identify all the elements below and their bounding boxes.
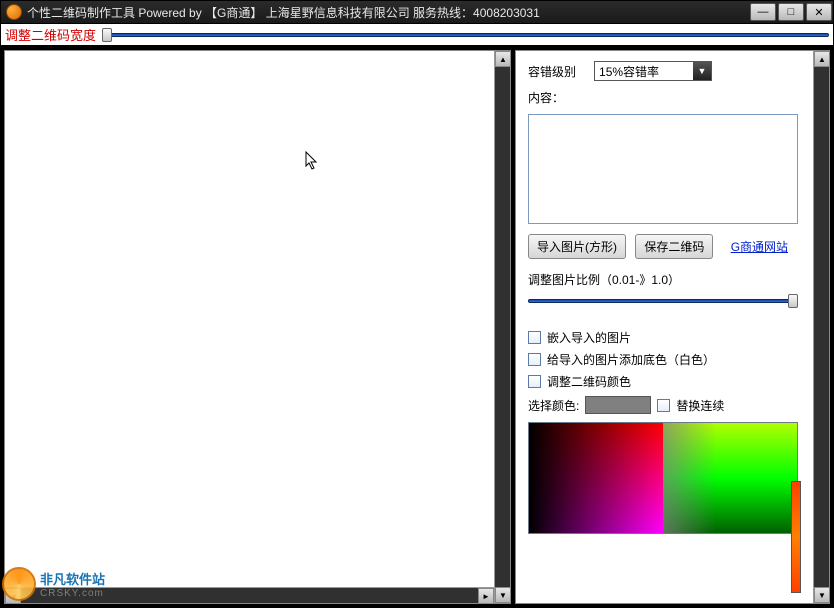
color-select-row: 选择颜色: 替换连续 — [528, 396, 803, 414]
import-image-button[interactable]: 导入图片(方形) — [528, 234, 626, 259]
adjust-color-row: 调整二维码颜色 — [528, 373, 803, 390]
content-label-row: 内容： — [528, 89, 803, 106]
titlebar: 个性二维码制作工具 Powered by 【G商通】 上海星野信息科技有限公司 … — [0, 0, 834, 24]
slider-thumb[interactable] — [102, 28, 112, 42]
content-label: 内容： — [528, 89, 564, 106]
embed-image-checkbox[interactable] — [528, 331, 541, 344]
watermark-text-cn: 非凡软件站 — [40, 569, 105, 588]
settings-panel: 容错级别 15%容错率 ▼ 内容： 导入图片(方形) 保存二维码 G商通网站 调… — [515, 50, 830, 604]
add-bg-row: 给导入的图片添加底色（白色） — [528, 351, 803, 368]
scroll-down-icon[interactable]: ▼ — [495, 587, 511, 603]
scroll-down-icon[interactable]: ▼ — [814, 587, 830, 603]
gshangtong-link[interactable]: G商通网站 — [731, 240, 788, 254]
scale-label: 调整图片比例（0.01-》1.0） — [528, 271, 803, 288]
scale-row: 调整图片比例（0.01-》1.0） — [528, 271, 803, 308]
add-bg-label: 给导入的图片添加底色（白色） — [547, 351, 715, 368]
embed-image-label: 嵌入导入的图片 — [547, 329, 631, 346]
qr-width-slider[interactable] — [102, 28, 829, 42]
close-button[interactable]: ✕ — [806, 3, 832, 21]
embed-image-row: 嵌入导入的图片 — [528, 329, 803, 346]
error-level-value: 15%容错率 — [595, 63, 693, 80]
watermark-text-en: CRSKY.com — [40, 588, 105, 599]
save-qr-button[interactable]: 保存二维码 — [635, 234, 713, 259]
window-controls: — □ ✕ — [749, 3, 833, 21]
color-swatch[interactable] — [585, 396, 651, 414]
replace-continuous-checkbox[interactable] — [657, 399, 670, 412]
preview-panel: ▲ ▼ ◄ ► — [4, 50, 511, 604]
watermark-icon — [2, 567, 36, 601]
color-picker[interactable] — [528, 422, 798, 534]
color-select-label: 选择颜色: — [528, 397, 579, 414]
qr-width-label: 调整二维码宽度 — [5, 25, 96, 44]
error-level-label: 容错级别 — [528, 63, 576, 80]
color-gradient-left[interactable] — [529, 423, 663, 533]
qr-width-row: 调整二维码宽度 — [0, 24, 834, 46]
error-level-select[interactable]: 15%容错率 ▼ — [594, 61, 712, 81]
watermark-crsky: 非凡软件站 CRSKY.com — [2, 562, 122, 606]
window-title: 个性二维码制作工具 Powered by 【G商通】 上海星野信息科技有限公司 … — [27, 4, 749, 21]
scale-slider-thumb[interactable] — [788, 294, 798, 308]
main-area: ▲ ▼ ◄ ► 容错级别 15%容错率 ▼ 内容： — [0, 46, 834, 608]
color-gradient-right[interactable] — [663, 423, 797, 533]
content-textarea[interactable] — [528, 114, 798, 224]
hue-bar[interactable] — [791, 481, 801, 593]
dropdown-icon[interactable]: ▼ — [693, 62, 711, 80]
vertical-scrollbar[interactable]: ▲ ▼ — [494, 51, 510, 603]
replace-continuous-label: 替换连续 — [676, 397, 724, 414]
qr-preview-canvas — [5, 51, 494, 603]
maximize-button[interactable]: □ — [778, 3, 804, 21]
adjust-color-label: 调整二维码颜色 — [547, 373, 631, 390]
scale-slider[interactable] — [528, 294, 798, 308]
scroll-right-icon[interactable]: ► — [478, 588, 494, 604]
error-level-row: 容错级别 15%容错率 ▼ — [528, 61, 803, 81]
settings-scrollbar[interactable]: ▲ ▼ — [813, 51, 829, 603]
scroll-up-icon[interactable]: ▲ — [495, 51, 511, 67]
adjust-color-checkbox[interactable] — [528, 375, 541, 388]
action-row: 导入图片(方形) 保存二维码 G商通网站 — [528, 234, 803, 259]
app-icon — [6, 4, 22, 20]
add-bg-checkbox[interactable] — [528, 353, 541, 366]
minimize-button[interactable]: — — [750, 3, 776, 21]
scroll-up-icon[interactable]: ▲ — [814, 51, 830, 67]
